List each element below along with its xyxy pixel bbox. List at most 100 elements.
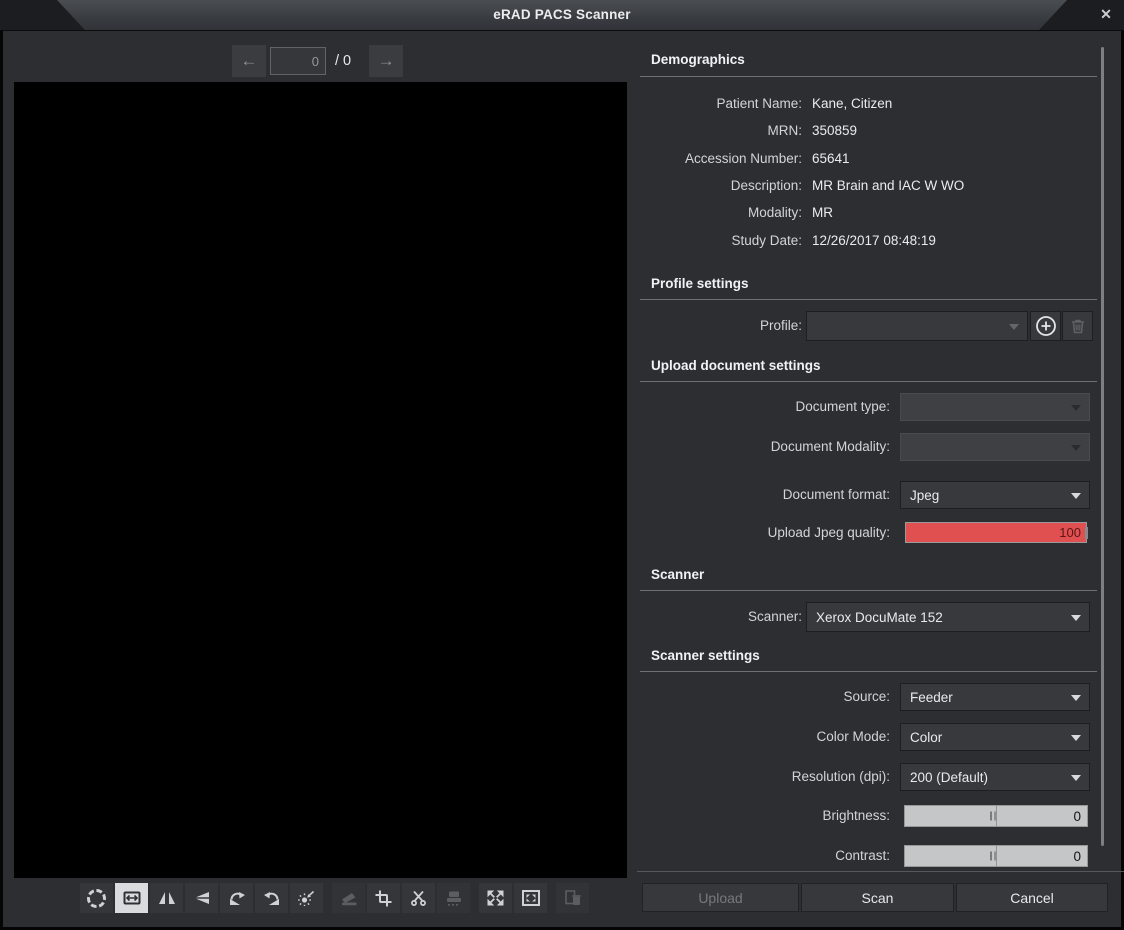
- circle-select-button[interactable]: [80, 883, 113, 913]
- fit-width-icon: [123, 891, 141, 905]
- next-page-button[interactable]: →: [369, 45, 403, 77]
- scanner-header: Scanner: [651, 567, 704, 582]
- contrast-value: 0: [1073, 849, 1081, 864]
- jpeg-quality-value: 100: [1059, 525, 1081, 540]
- upload-settings-header: Upload document settings: [651, 358, 821, 373]
- trash-icon: [1069, 317, 1087, 335]
- resolution-dropdown[interactable]: 200 (Default): [900, 763, 1090, 791]
- document-type-dropdown[interactable]: [900, 393, 1090, 421]
- field-label: Study Date:: [640, 233, 802, 248]
- scan-page-icon: [340, 891, 358, 906]
- field-row-accession: Accession Number: 65641: [640, 145, 1097, 172]
- print-icon: [445, 890, 463, 906]
- field-value: Kane, Citizen: [812, 96, 892, 111]
- resolution-value: 200 (Default): [910, 770, 988, 785]
- scan-page-button[interactable]: [332, 883, 365, 913]
- contrast-label: Contrast:: [640, 845, 890, 867]
- section-divider: [640, 76, 1097, 77]
- document-modality-label: Document Modality:: [640, 433, 890, 461]
- add-profile-button[interactable]: [1030, 311, 1061, 341]
- scanner-dropdown[interactable]: Xerox DocuMate 152: [806, 602, 1090, 632]
- footer-divider: [637, 871, 1124, 872]
- panel-scrollbar[interactable]: [1101, 47, 1104, 846]
- page-number-input[interactable]: [270, 47, 326, 75]
- previous-page-button[interactable]: ←: [232, 45, 266, 77]
- chevron-down-icon: [1071, 445, 1081, 451]
- brightness-slider[interactable]: 0: [904, 805, 1088, 827]
- color-mode-label: Color Mode:: [640, 723, 890, 751]
- field-row-mrn: MRN: 350859: [640, 117, 1097, 144]
- fit-window-icon: [522, 890, 540, 906]
- field-row-patient-name: Patient Name: Kane, Citizen: [640, 90, 1097, 117]
- cut-button[interactable]: [402, 883, 435, 913]
- jpeg-quality-slider[interactable]: 100: [905, 522, 1087, 543]
- flip-vertical-button[interactable]: [185, 883, 218, 913]
- cancel-button[interactable]: Cancel: [956, 883, 1108, 912]
- brightness-label: Brightness:: [640, 805, 890, 827]
- document-modality-dropdown[interactable]: [900, 433, 1090, 461]
- crop-button[interactable]: [367, 883, 400, 913]
- close-icon[interactable]: ✕: [1097, 5, 1115, 23]
- page-navigation: ← / 0 →: [232, 45, 403, 77]
- delete-page-button[interactable]: [556, 883, 589, 913]
- document-type-label: Document type:: [640, 393, 890, 421]
- field-value: 65641: [812, 151, 850, 166]
- document-format-dropdown[interactable]: Jpeg: [900, 481, 1090, 509]
- auto-brightness-icon: [298, 890, 315, 906]
- cut-icon: [410, 890, 427, 906]
- rotate-right-button[interactable]: [220, 883, 253, 913]
- profile-dropdown[interactable]: [806, 311, 1028, 341]
- field-value: MR Brain and IAC W WO: [812, 178, 964, 193]
- section-divider: [640, 671, 1097, 672]
- delete-page-icon: [564, 890, 581, 906]
- fit-width-button[interactable]: [115, 883, 148, 913]
- circle-select-icon: [87, 889, 106, 908]
- section-divider: [640, 381, 1097, 382]
- image-toolbar: [80, 883, 591, 913]
- field-value: 350859: [812, 123, 857, 138]
- field-label: Description:: [640, 178, 802, 193]
- rotate-left-button[interactable]: [255, 883, 288, 913]
- field-label: Modality:: [640, 205, 802, 220]
- profile-label: Profile:: [640, 311, 802, 341]
- field-label: Patient Name:: [640, 96, 802, 111]
- demographics-header: Demographics: [651, 52, 745, 67]
- source-value: Feeder: [910, 690, 953, 705]
- source-dropdown[interactable]: Feeder: [900, 683, 1090, 711]
- document-format-value: Jpeg: [910, 488, 939, 503]
- upload-button[interactable]: Upload: [642, 883, 799, 912]
- contrast-slider[interactable]: 0: [904, 845, 1088, 867]
- flip-horizontal-icon: [158, 891, 176, 905]
- source-label: Source:: [640, 683, 890, 711]
- field-value: MR: [812, 205, 833, 220]
- field-row-description: Description: MR Brain and IAC W WO: [640, 172, 1097, 199]
- expand-button[interactable]: [479, 883, 512, 913]
- field-row-modality: Modality: MR: [640, 199, 1097, 226]
- chevron-down-icon: [1071, 405, 1081, 411]
- fit-window-button[interactable]: [514, 883, 547, 913]
- preview-canvas: [14, 82, 627, 878]
- document-format-label: Document format:: [640, 481, 890, 509]
- delete-profile-button[interactable]: [1062, 311, 1093, 341]
- flip-vertical-icon: [193, 891, 211, 905]
- section-divider: [640, 590, 1097, 591]
- crop-icon: [375, 890, 392, 907]
- auto-brightness-button[interactable]: [290, 883, 323, 913]
- plus-circle-icon: [1035, 315, 1057, 337]
- chevron-down-icon: [1071, 775, 1081, 781]
- print-button[interactable]: [437, 883, 470, 913]
- section-divider: [640, 299, 1097, 300]
- chevron-down-icon: [1071, 735, 1081, 741]
- profile-settings-header: Profile settings: [651, 276, 749, 291]
- left-arrow-icon: ←: [241, 51, 258, 71]
- jpeg-quality-label: Upload Jpeg quality:: [640, 522, 890, 543]
- chevron-down-icon: [1071, 615, 1081, 621]
- scan-button[interactable]: Scan: [801, 883, 954, 912]
- rotate-left-icon: [263, 891, 281, 906]
- resolution-label: Resolution (dpi):: [640, 763, 890, 791]
- flip-horizontal-button[interactable]: [150, 883, 183, 913]
- right-arrow-icon: →: [378, 51, 395, 71]
- rotate-right-icon: [228, 891, 246, 906]
- slider-thumb[interactable]: [1085, 527, 1088, 539]
- color-mode-dropdown[interactable]: Color: [900, 723, 1090, 751]
